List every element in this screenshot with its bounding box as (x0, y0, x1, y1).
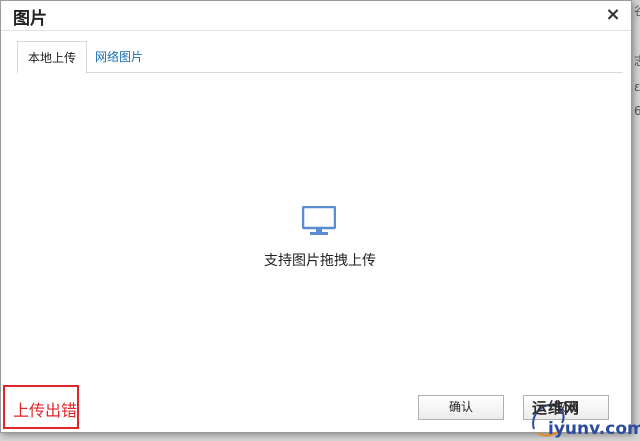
drop-hint-text: 支持图片拖拽上传 (264, 253, 376, 269)
error-message: 上传出错 (13, 401, 78, 420)
image-dialog: 图片 × 本地上传 网络图片 支持图片拖拽上传 上传出错 确认 取消 (0, 0, 632, 433)
tab-local-upload[interactable]: 本地上传 (17, 41, 88, 74)
confirm-button[interactable]: 确认 (418, 395, 504, 420)
close-icon[interactable]: × (603, 5, 623, 25)
dialog-title: 图片 (13, 9, 47, 29)
tab-network-image[interactable]: 网络图片 (85, 41, 153, 73)
dialog-title-bar: 图片 × (1, 1, 631, 31)
background-text-fragment: 6 (634, 104, 640, 118)
site-watermark: 运维网 iyunv.com (528, 393, 640, 441)
watermark-bottom-text: iyunv.com (548, 419, 640, 439)
tab-bar: 本地上传 网络图片 (17, 41, 623, 74)
background-text-fragment: 谷 (634, 2, 640, 19)
monitor-icon (302, 206, 336, 235)
background-text-fragment: ε (634, 80, 640, 94)
background-text-fragment: 志 (634, 52, 640, 69)
watermark-top-text: 运维网 (532, 399, 581, 417)
error-message-box: 上传出错 (3, 385, 79, 429)
upload-drop-area[interactable]: 支持图片拖拽上传 (17, 73, 623, 373)
